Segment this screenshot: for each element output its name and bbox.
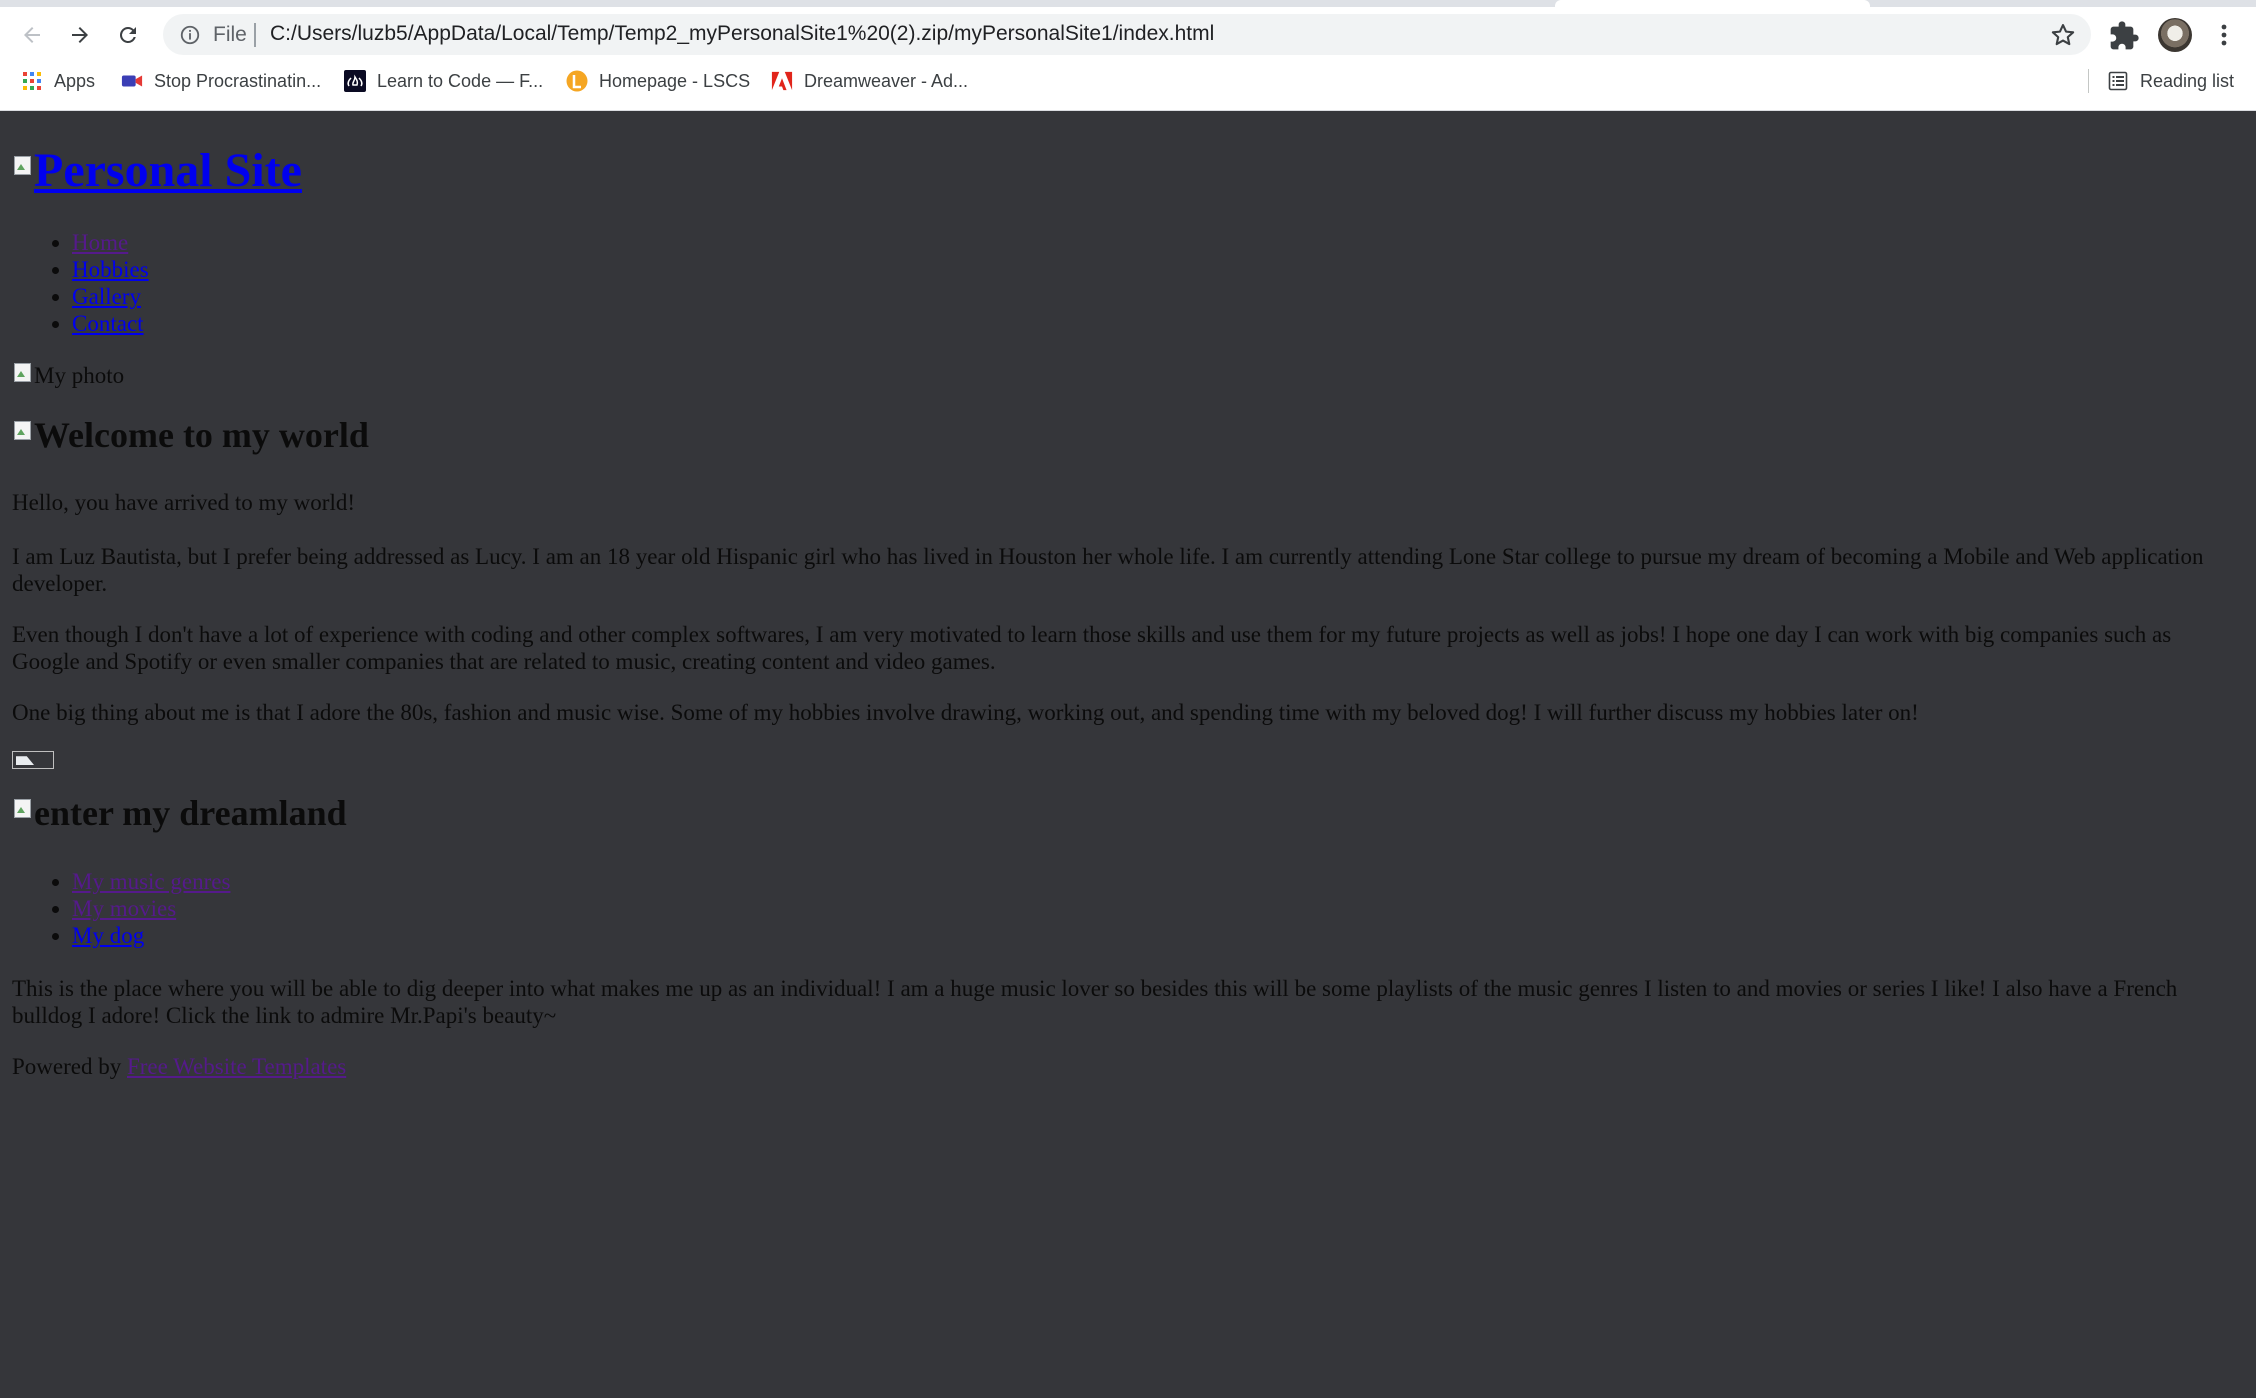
bookmark-learn-to-code[interactable]: Learn to Code — F... bbox=[344, 68, 543, 94]
welcome-heading: Welcome to my world bbox=[12, 414, 369, 456]
reload-button[interactable] bbox=[109, 16, 147, 54]
hobbies-paragraph: One big thing about me is that I adore t… bbox=[12, 700, 1919, 725]
browser-menu-button[interactable] bbox=[2212, 19, 2236, 51]
nav-link-gallery[interactable]: Gallery bbox=[72, 284, 141, 309]
browser-toolbar: File C:/Users/luzb5/AppData/Local/Temp/T… bbox=[0, 7, 2256, 62]
welcome-heading-text: Welcome to my world bbox=[34, 415, 369, 455]
nav-item-home: Home bbox=[72, 229, 149, 256]
dreamland-links: My music genres My movies My dog bbox=[30, 868, 230, 949]
broken-image-icon bbox=[12, 797, 34, 823]
intro-paragraph: Hello, you have arrived to my world! bbox=[12, 490, 355, 515]
list-item: My dog bbox=[72, 922, 230, 949]
reading-list-button[interactable]: Reading list bbox=[2107, 68, 2234, 94]
footer-credit: Powered by Free Website Templates bbox=[12, 1053, 346, 1080]
dreamland-heading-text: enter my dreamland bbox=[34, 793, 347, 833]
site-info-icon[interactable] bbox=[179, 24, 201, 46]
bookmark-star-icon[interactable] bbox=[2049, 21, 2077, 49]
active-tab[interactable] bbox=[1555, 0, 1870, 7]
nav-item-gallery: Gallery bbox=[72, 283, 149, 310]
about-paragraph: I am Luz Bautista, but I prefer being ad… bbox=[12, 544, 2204, 596]
nav-item-hobbies: Hobbies bbox=[72, 256, 149, 283]
broken-image-icon bbox=[12, 419, 34, 445]
site-title-link[interactable]: Personal Site bbox=[12, 144, 302, 197]
nav-link-home[interactable]: Home bbox=[72, 230, 128, 255]
templates-link[interactable]: Free Website Templates bbox=[127, 1054, 346, 1079]
nav-link-hobbies[interactable]: Hobbies bbox=[72, 257, 149, 282]
broken-image-icon bbox=[12, 154, 34, 180]
site-title: Personal Site bbox=[12, 143, 302, 198]
url-separator bbox=[254, 23, 256, 47]
bookmark-apps[interactable]: Apps bbox=[21, 68, 95, 94]
bookmark-homepage-lscs[interactable]: Homepage - LSCS bbox=[566, 68, 750, 94]
url-text[interactable]: C:/Users/luzb5/AppData/Local/Temp/Temp2_… bbox=[270, 22, 1214, 46]
reload-icon bbox=[120, 27, 136, 43]
back-button[interactable] bbox=[13, 16, 51, 54]
bookmark-label: Dreamweaver - Ad... bbox=[804, 70, 969, 91]
forward-button[interactable] bbox=[61, 16, 99, 54]
list-item: My movies bbox=[72, 895, 230, 922]
address-bar[interactable]: File C:/Users/luzb5/AppData/Local/Temp/T… bbox=[163, 14, 2091, 55]
video-camera-icon bbox=[121, 70, 143, 92]
more-vertical-icon bbox=[2221, 24, 2227, 46]
apps-grid-icon bbox=[21, 70, 43, 92]
freecodecamp-icon bbox=[344, 70, 366, 92]
list-item: My music genres bbox=[72, 868, 230, 895]
link-movies[interactable]: My movies bbox=[72, 896, 176, 921]
broken-image-icon bbox=[12, 361, 34, 387]
goals-paragraph: Even though I don't have a lot of experi… bbox=[12, 622, 2172, 674]
bookmark-stop-procrastinating[interactable]: Stop Procrastinatin... bbox=[121, 68, 321, 94]
bookmarks-divider bbox=[2088, 69, 2089, 93]
powered-by-label: Powered by bbox=[12, 1054, 122, 1079]
dreamland-heading: enter my dreamland bbox=[12, 792, 347, 834]
lscs-icon bbox=[566, 70, 588, 92]
dreamland-paragraph: This is the place where you will be able… bbox=[12, 976, 2178, 1028]
page-content: Personal Site Home Hobbies Gallery Conta… bbox=[0, 111, 2256, 1398]
small-broken-image bbox=[12, 751, 54, 769]
reading-list-icon bbox=[2107, 70, 2129, 92]
bookmark-label: Homepage - LSCS bbox=[599, 70, 751, 91]
tab-strip bbox=[0, 0, 2256, 7]
adobe-icon bbox=[771, 70, 793, 92]
site-title-text: Personal Site bbox=[34, 144, 302, 197]
bookmark-dreamweaver[interactable]: Dreamweaver - Ad... bbox=[771, 68, 968, 94]
link-music-genres[interactable]: My music genres bbox=[72, 869, 230, 894]
bookmark-label: Apps bbox=[54, 70, 96, 91]
back-arrow-icon bbox=[24, 27, 40, 43]
my-photo-alt-text: My photo bbox=[34, 363, 125, 388]
forward-arrow-icon bbox=[72, 27, 88, 43]
profile-avatar[interactable] bbox=[2158, 18, 2192, 52]
reading-list-label: Reading list bbox=[2140, 70, 2235, 91]
main-nav: Home Hobbies Gallery Contact bbox=[30, 229, 149, 337]
browser-chrome: File C:/Users/luzb5/AppData/Local/Temp/T… bbox=[0, 0, 2256, 111]
extensions-puzzle-icon[interactable] bbox=[2108, 20, 2140, 52]
bookmark-label: Learn to Code — F... bbox=[377, 70, 544, 91]
nav-link-contact[interactable]: Contact bbox=[72, 311, 144, 336]
url-scheme-label: File bbox=[213, 23, 247, 46]
bookmark-label: Stop Procrastinatin... bbox=[154, 70, 322, 91]
link-my-dog[interactable]: My dog bbox=[72, 923, 144, 948]
my-photo: My photo bbox=[12, 361, 124, 389]
nav-item-contact: Contact bbox=[72, 310, 149, 337]
bookmarks-bar: Apps Stop Procrastinatin... Learn to Cod… bbox=[0, 62, 2256, 100]
